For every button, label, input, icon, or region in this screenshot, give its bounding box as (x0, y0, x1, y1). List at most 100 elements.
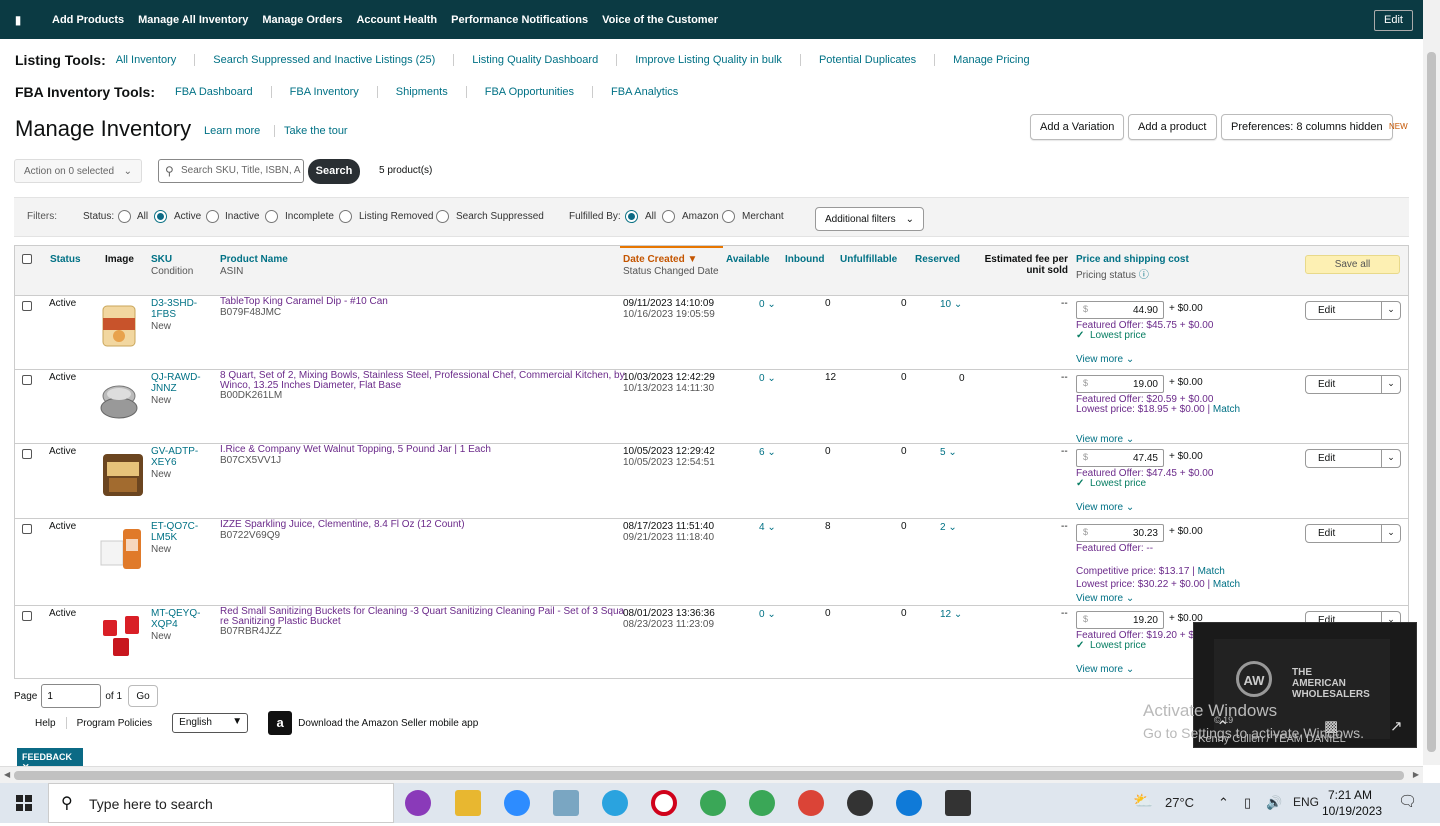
link-shipments[interactable]: Shipments (378, 86, 466, 98)
learn-more-link[interactable]: Learn more (204, 125, 260, 137)
link-improve-listing-quality[interactable]: Improve Listing Quality in bulk (617, 54, 800, 66)
take-tour-link[interactable]: Take the tour (284, 125, 348, 137)
notification-icon[interactable]: 🗨 (1398, 792, 1417, 810)
view-more-link[interactable]: View more ⌄ (1076, 664, 1134, 675)
link-potential-duplicates[interactable]: Potential Duplicates (801, 54, 934, 66)
row-checkbox[interactable] (22, 301, 32, 311)
status-active-radio[interactable] (154, 210, 167, 223)
row-available[interactable]: 0 ⌄ (759, 609, 776, 620)
bulk-action-select[interactable]: Action on 0 selected ⌄ (14, 159, 142, 183)
status-search-suppressed-radio[interactable] (436, 210, 449, 223)
link-fba-analytics[interactable]: FBA Analytics (593, 86, 696, 98)
status-listing-removed-radio[interactable] (339, 210, 352, 223)
help-link[interactable]: Help (35, 718, 56, 729)
col-product-name[interactable]: Product Name ASIN (220, 254, 288, 277)
telegram-icon[interactable] (602, 790, 628, 816)
horizontal-scrollbar[interactable]: ◀ ▶ (0, 766, 1423, 783)
col-inbound[interactable]: Inbound (785, 254, 824, 265)
row-checkbox[interactable] (22, 449, 32, 459)
status-inactive-radio[interactable] (206, 210, 219, 223)
taskbar-search[interactable]: ⚲ Type here to search (48, 783, 394, 823)
link-fba-opportunities[interactable]: FBA Opportunities (467, 86, 592, 98)
row-available[interactable]: 6 ⌄ (759, 447, 776, 458)
link-listing-quality-dashboard[interactable]: Listing Quality Dashboard (454, 54, 616, 66)
additional-filters-button[interactable]: Additional filters ⌄ (815, 207, 924, 231)
save-all-button[interactable]: Save all (1305, 255, 1400, 274)
view-more-link[interactable]: View more ⌄ (1076, 354, 1134, 365)
status-incomplete-radio[interactable] (265, 210, 278, 223)
row-sku[interactable]: D3-3SHD- 1FBS (151, 298, 197, 320)
row-sku[interactable]: GV-ADTP- XEY6 (151, 446, 198, 468)
row-sku[interactable]: ET-QO7C- LM5K (151, 521, 198, 543)
volume-icon[interactable]: 🔊 (1266, 795, 1282, 811)
clock[interactable]: 7:21 AM 10/19/2023 (1322, 787, 1382, 819)
vertical-scrollbar[interactable] (1423, 0, 1440, 765)
product-image[interactable] (99, 376, 139, 424)
product-image[interactable] (99, 525, 141, 573)
link-fba-inventory[interactable]: FBA Inventory (272, 86, 377, 98)
nav-voice-of-customer[interactable]: Voice of the Customer (602, 14, 718, 26)
zoom-icon[interactable] (504, 790, 530, 816)
row-available[interactable]: 0 ⌄ (759, 299, 776, 310)
row-reserved[interactable]: 5 ⌄ (940, 447, 957, 458)
product-image[interactable] (99, 612, 139, 660)
price-input[interactable]: $30.23 (1076, 524, 1164, 542)
col-date-created[interactable]: Date Created ▼ Status Changed Date (623, 254, 719, 277)
row-reserved[interactable]: 2 ⌄ (940, 522, 957, 533)
col-price[interactable]: Price and shipping cost Pricing status ⓘ (1076, 254, 1189, 281)
status-all-radio[interactable] (118, 210, 131, 223)
temperature[interactable]: 27°C (1165, 795, 1194, 810)
row-edit-button[interactable]: Edit ⌄ (1305, 301, 1401, 320)
windows-start-icon[interactable] (0, 783, 48, 823)
row-edit-button[interactable]: Edit ⌄ (1305, 449, 1401, 468)
device-icon[interactable]: ▯ (1244, 795, 1251, 811)
col-reserved[interactable]: Reserved (915, 254, 960, 265)
nav-performance-notifications[interactable]: Performance Notifications (451, 14, 588, 26)
search-button[interactable]: Search (308, 159, 360, 184)
row-checkbox[interactable] (22, 524, 32, 534)
row-checkbox[interactable] (22, 611, 32, 621)
popout-icon[interactable]: ↗ (1390, 717, 1403, 735)
link-all-inventory[interactable]: All Inventory (116, 54, 195, 66)
match-link[interactable]: Match (1213, 404, 1240, 415)
nav-manage-all-inventory[interactable]: Manage All Inventory (138, 14, 248, 26)
nav-add-products[interactable]: Add Products (52, 14, 124, 26)
product-image[interactable] (99, 450, 143, 498)
product-image[interactable] (99, 302, 139, 350)
feedback-button[interactable]: FEEDBACK ✕ (17, 748, 83, 772)
nav-account-health[interactable]: Account Health (356, 14, 437, 26)
go-button[interactable]: Go (128, 685, 159, 707)
view-more-link[interactable]: View more ⌄ (1076, 593, 1134, 604)
page-input[interactable] (41, 684, 102, 708)
language-select[interactable]: English ▼ (172, 713, 249, 733)
language-indicator[interactable]: ENG (1293, 795, 1319, 809)
row-sku[interactable]: QJ-RAWD- JNNZ (151, 372, 201, 394)
weather-icon[interactable]: ⛅ (1133, 791, 1153, 811)
add-variation-button[interactable]: Add a Variation (1030, 114, 1125, 140)
price-input[interactable]: $44.90 (1076, 301, 1164, 319)
link-manage-pricing[interactable]: Manage Pricing (935, 54, 1047, 66)
match-link[interactable]: Match (1198, 566, 1225, 577)
add-product-button[interactable]: Add a product (1128, 114, 1217, 140)
fulfilled-merchant-radio[interactable] (722, 210, 735, 223)
row-edit-button[interactable]: Edit ⌄ (1305, 375, 1401, 394)
row-reserved[interactable]: 10 ⌄ (940, 299, 962, 310)
fulfilled-amazon-radio[interactable] (662, 210, 675, 223)
row-available[interactable]: 4 ⌄ (759, 522, 776, 533)
nav-edit-button[interactable]: Edit (1374, 10, 1413, 31)
link-search-suppressed[interactable]: Search Suppressed and Inactive Listings … (195, 54, 453, 66)
file-explorer-icon[interactable] (455, 790, 481, 816)
search-input[interactable]: ⚲ Search SKU, Title, ISBN, A (158, 159, 304, 183)
row-reserved[interactable]: 12 ⌄ (940, 609, 962, 620)
notes-icon[interactable] (553, 790, 579, 816)
col-available[interactable]: Available (726, 254, 770, 265)
col-status[interactable]: Status (50, 254, 81, 265)
col-unfulfillable[interactable]: Unfulfillable (840, 254, 897, 265)
chrome-profile-3-icon[interactable] (798, 790, 824, 816)
link-fba-dashboard[interactable]: FBA Dashboard (175, 86, 271, 98)
row-product-name[interactable]: Red Small Sanitizing Buckets for Cleanin… (220, 607, 624, 627)
view-more-link[interactable]: View more ⌄ (1076, 502, 1134, 513)
chevron-up-icon[interactable]: ⌃ (1218, 795, 1229, 811)
preferences-button[interactable]: Preferences: 8 columns hidden (1221, 114, 1393, 140)
bookmark-icon[interactable]: ▮ (0, 13, 36, 27)
